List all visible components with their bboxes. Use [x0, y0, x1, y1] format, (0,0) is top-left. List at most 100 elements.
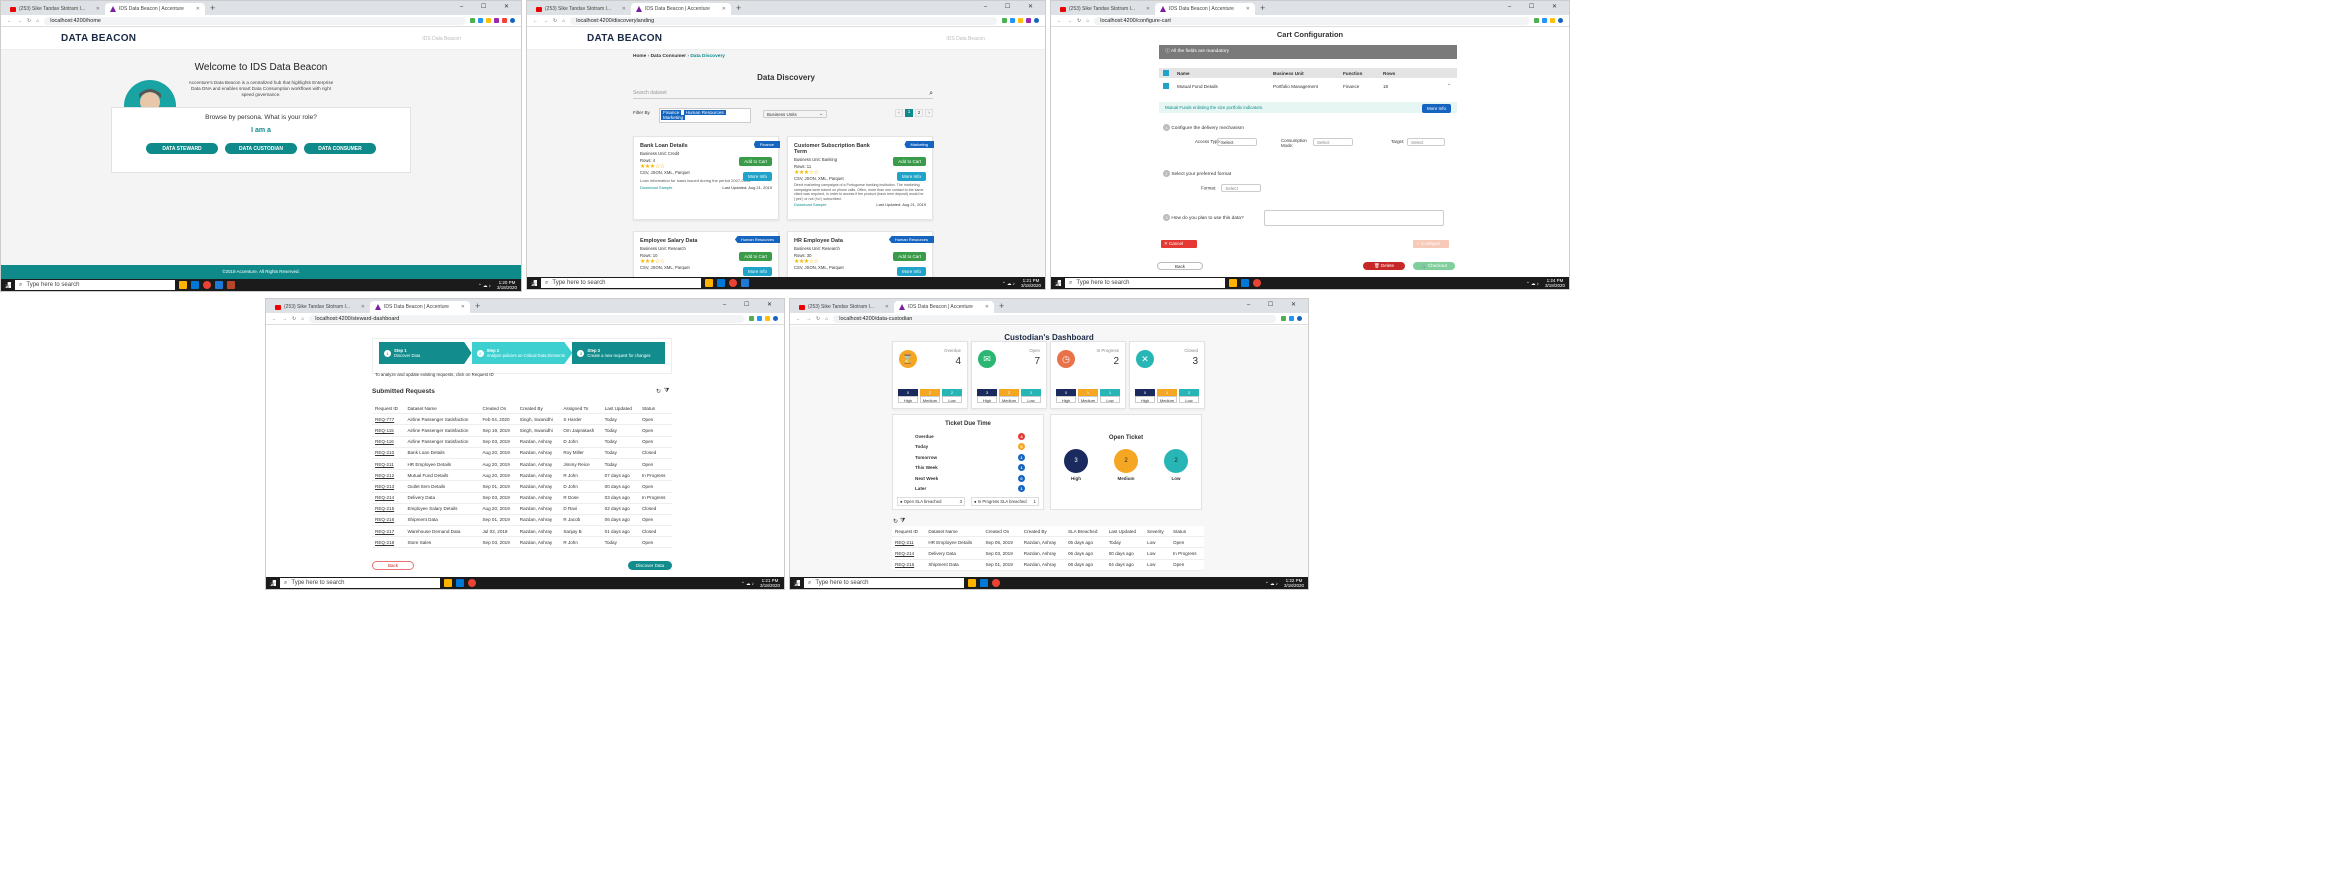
usage-textarea[interactable]: [1264, 210, 1444, 226]
refresh-icon[interactable]: ↻: [656, 388, 661, 395]
back-button[interactable]: Back: [372, 561, 414, 570]
consumption-mode-select[interactable]: Select: [1313, 138, 1353, 146]
edge-icon[interactable]: [717, 279, 725, 287]
home-icon[interactable]: ⌂: [825, 316, 828, 322]
request-id-link[interactable]: REQ-210: [372, 447, 405, 459]
breadcrumb-home[interactable]: Home: [633, 54, 646, 59]
close-icon[interactable]: ✕: [461, 304, 465, 310]
new-tab-button[interactable]: +: [470, 301, 485, 311]
reload-icon[interactable]: ↻: [816, 316, 820, 322]
request-id-link[interactable]: REQ-216: [372, 514, 405, 527]
edge-icon[interactable]: [456, 579, 464, 587]
home-icon[interactable]: ⌂: [36, 18, 39, 24]
tab-ids[interactable]: IDS Data Beacon | Accenture ✕: [631, 3, 731, 15]
delete-button[interactable]: 🗑 Delete: [1363, 262, 1405, 270]
kpi-card[interactable]: ✉ Open 7 3 High 2 Medium 2 Low: [971, 341, 1047, 409]
reload-icon[interactable]: ↻: [292, 316, 296, 322]
request-id-link[interactable]: REQ-218: [372, 536, 405, 549]
close-icon[interactable]: ✕: [1246, 6, 1250, 12]
filter-icon[interactable]: ⧩: [664, 388, 669, 395]
format-select[interactable]: Select: [1221, 184, 1262, 192]
next-page[interactable]: ›: [925, 109, 933, 117]
kpi-card[interactable]: ✕ Closed 3 0 High 1 Medium 2 Low: [1129, 341, 1205, 409]
request-id-link[interactable]: REQ-217: [372, 525, 405, 538]
due-row[interactable]: Overdue 4: [915, 431, 1025, 442]
window-controls[interactable]: – ☐ ✕: [984, 3, 1041, 10]
edge-icon[interactable]: [1241, 279, 1249, 287]
url-field[interactable]: localhost:4200/data-custodian: [833, 314, 1276, 323]
open-low-circle[interactable]: 2: [1164, 449, 1188, 473]
discover-data-button[interactable]: Discover Data: [628, 561, 672, 570]
chevron-up-icon[interactable]: ⌃: [1447, 83, 1451, 89]
windows-start-icon[interactable]: [270, 580, 276, 586]
tab-ids[interactable]: IDS Data Beacon | Accenture ✕: [370, 301, 470, 313]
taskbar-search[interactable]: ⌕ Type here to search: [15, 280, 175, 290]
url-field[interactable]: localhost:4200/discoverylanding: [570, 16, 997, 25]
add-to-cart-button[interactable]: Add to Cart: [893, 157, 926, 166]
windows-start-icon[interactable]: [5, 282, 11, 288]
close-icon[interactable]: ✕: [722, 6, 726, 12]
window-controls[interactable]: – ☐ ✕: [723, 301, 780, 308]
card-title[interactable]: Customer Subscription Bank Term: [794, 143, 874, 155]
request-id-link[interactable]: REQ-116: [372, 436, 405, 448]
more-info-button[interactable]: More Info: [1421, 104, 1451, 113]
chrome-icon[interactable]: [468, 579, 476, 587]
window-controls[interactable]: – ☐ ✕: [1508, 3, 1565, 10]
filter-chips[interactable]: Finance Human Resources Marketing: [659, 108, 751, 123]
due-row[interactable]: Today 0: [915, 442, 1025, 453]
request-id-link[interactable]: REQ-214: [892, 547, 926, 560]
forward-icon[interactable]: →: [282, 316, 287, 322]
reload-icon[interactable]: ↻: [27, 18, 31, 24]
system-tray[interactable]: ⌃ ☁ ♪ 1:22 PM 3/18/2020: [1265, 578, 1304, 588]
due-row[interactable]: This Week 1: [915, 463, 1025, 474]
system-tray[interactable]: ⌃ ☁ ♪ 1:20 PM 3/18/2020: [478, 280, 517, 290]
file-explorer-icon[interactable]: [1229, 279, 1237, 287]
request-id-link[interactable]: REQ-212: [372, 469, 405, 482]
taskbar-search[interactable]: ⌕ Type here to search: [804, 578, 964, 588]
system-tray[interactable]: ⌃ ☁ ♪ 1:21 PM 3/18/2020: [1002, 278, 1041, 288]
home-icon[interactable]: ⌂: [562, 18, 565, 24]
download-sample-link[interactable]: Download Sample: [794, 202, 826, 207]
refresh-icon[interactable]: ↻: [893, 518, 898, 525]
search-icon[interactable]: ⌕: [929, 90, 933, 98]
more-info-button[interactable]: More Info: [896, 267, 926, 276]
cart-row[interactable]: Mutual Fund Details Portfolio Management…: [1159, 81, 1457, 91]
target-select[interactable]: Select: [1407, 138, 1445, 146]
search-input[interactable]: Search dataset: [633, 90, 667, 96]
select-all-checkbox[interactable]: [1163, 70, 1169, 76]
close-icon[interactable]: ✕: [985, 304, 989, 310]
back-button[interactable]: Back: [1157, 262, 1203, 270]
close-icon[interactable]: ✕: [1146, 6, 1150, 12]
add-to-cart-button[interactable]: Add to Cart: [739, 157, 772, 166]
access-type-select[interactable]: Select: [1217, 138, 1257, 146]
windows-start-icon[interactable]: [1055, 280, 1061, 286]
data-consumer-button[interactable]: DATA CONSUMER: [304, 143, 376, 154]
tab-ids[interactable]: IDS Data Beacon | Accenture ✕: [105, 3, 205, 15]
business-units-select[interactable]: Business Units ⌄: [763, 110, 827, 118]
back-icon[interactable]: ←: [7, 18, 12, 24]
powerpoint-icon[interactable]: [227, 281, 235, 289]
home-icon[interactable]: ⌂: [301, 316, 304, 322]
page-1[interactable]: 1: [905, 109, 913, 117]
chrome-icon[interactable]: [1253, 279, 1261, 287]
forward-icon[interactable]: →: [1067, 18, 1072, 24]
request-id-link[interactable]: REQ-115: [372, 424, 405, 437]
file-explorer-icon[interactable]: [444, 579, 452, 587]
add-to-cart-button[interactable]: Add to Cart: [739, 252, 772, 261]
request-id-link[interactable]: REQ-214: [372, 492, 405, 504]
tab-ids[interactable]: IDS Data Beacon | Accenture ✕: [1155, 3, 1255, 15]
tab-youtube[interactable]: (253) Sike Tandav Stotram I... ✕: [531, 3, 631, 15]
more-info-button[interactable]: More Info: [742, 267, 772, 276]
request-id-link[interactable]: REQ-216: [892, 559, 926, 571]
due-row[interactable]: Next Week 0: [915, 473, 1025, 484]
prev-page[interactable]: ‹: [895, 109, 903, 117]
chip-marketing[interactable]: Marketing: [661, 115, 686, 120]
request-id-link[interactable]: REQ-211: [892, 536, 926, 549]
tab-youtube[interactable]: (253) Sike Tandav Stotram I... ✕: [270, 301, 370, 313]
cancel-button[interactable]: ✕ Cancel: [1161, 240, 1197, 248]
home-icon[interactable]: ⌂: [1086, 18, 1089, 24]
data-custodian-button[interactable]: DATA CUSTODIAN: [225, 143, 297, 154]
tab-youtube[interactable]: (253) Sike Tandav Stotram I... ✕: [5, 3, 105, 15]
tab-youtube[interactable]: (253) Sike Tandav Stotram I... ✕: [1055, 3, 1155, 15]
reload-icon[interactable]: ↻: [553, 18, 557, 24]
